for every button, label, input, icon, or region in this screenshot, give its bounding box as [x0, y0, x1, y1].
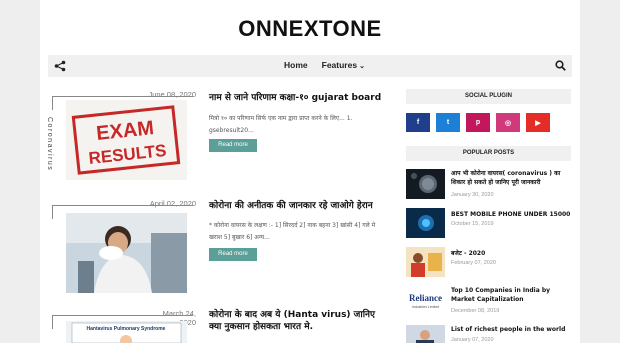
read-more-button[interactable]: Read more	[209, 248, 257, 261]
popular-post-item[interactable]: Reliance Industries Limited Top 10 Compa…	[406, 286, 571, 320]
popular-post-thumbnail[interactable]	[406, 169, 445, 199]
youtube-glyph: ▶	[535, 119, 541, 127]
post-title[interactable]: कोरोना की अनीतक की जानकार रहे जाओगे हेरा…	[209, 200, 389, 212]
post-snippet: मित्रो १० का परिणाम सिर्फ एक नाम द्वारा …	[209, 115, 353, 134]
navigation-bar: Home Features ⌄	[48, 55, 572, 77]
twitter-icon[interactable]: t	[436, 113, 460, 132]
post-title[interactable]: कोरोना के बाद अब ये (Hanta virus) जानिए …	[209, 309, 389, 333]
share-icon[interactable]	[54, 60, 66, 72]
read-more-button[interactable]: Read more	[209, 139, 257, 152]
facebook-glyph: f	[416, 119, 420, 126]
page-container: ONNEXTONE Home Features ⌄ June 08, 2020 C…	[40, 0, 580, 343]
popular-post-thumbnail[interactable]	[406, 325, 445, 343]
site-title[interactable]: ONNEXTONE	[40, 16, 580, 42]
coronavirus-image	[406, 169, 445, 199]
exam-results-image: EXAM RESULTS	[66, 100, 187, 180]
popular-post-item[interactable]: बजेट - 2020 February 07, 2020	[406, 247, 571, 281]
popular-post-item[interactable]: आप भी कोरोना वायरस( coronavirus ) का शिक…	[406, 169, 571, 203]
nav-item-features[interactable]: Features ⌄	[322, 60, 365, 70]
hantavirus-caption: Hantavirus Pulmonary Syndrome	[87, 326, 166, 332]
social-buttons: f t p ◎ ▶	[406, 113, 571, 132]
hantavirus-image: Hantavirus Pulmonary Syndrome	[66, 321, 187, 343]
search-icon[interactable]	[555, 60, 566, 71]
popular-post-date: January 30, 2020	[451, 192, 494, 198]
richest-people-image	[406, 325, 445, 343]
popular-posts-title: POPULAR POSTS	[406, 146, 571, 161]
post-label-coronavirus[interactable]: Coronavirus	[46, 117, 53, 171]
nav-item-features-label: Features	[321, 60, 358, 70]
coughing-person-image	[66, 213, 187, 293]
twitter-glyph: t	[446, 119, 450, 126]
popular-post-thumbnail[interactable]	[406, 247, 445, 277]
pinterest-glyph: p	[475, 119, 481, 126]
popular-post-title[interactable]: Top 10 Companies in India by Market Capi…	[451, 286, 571, 304]
post-thumbnail[interactable]	[66, 213, 187, 293]
nav-menu: Home Features ⌄	[284, 60, 365, 70]
chevron-down-icon: ⌄	[359, 63, 365, 70]
nav-item-home[interactable]: Home	[284, 60, 308, 70]
popular-post-item[interactable]: BEST MOBILE PHONE UNDER 15000 October 15…	[406, 208, 571, 242]
budget-image	[406, 247, 445, 277]
youtube-icon[interactable]: ▶	[526, 113, 550, 132]
post-thumbnail[interactable]: EXAM RESULTS	[66, 100, 187, 180]
popular-post-date: February 07, 2020	[451, 260, 496, 266]
instagram-icon[interactable]: ◎	[496, 113, 520, 132]
popular-post-thumbnail[interactable]: Reliance Industries Limited	[406, 286, 445, 316]
pinterest-icon[interactable]: p	[466, 113, 490, 132]
popular-post-title[interactable]: बजेट - 2020	[451, 249, 571, 258]
popular-post-date: October 15, 2019	[451, 221, 494, 227]
mobile-phone-image	[406, 208, 445, 238]
instagram-glyph: ◎	[504, 119, 512, 127]
popular-post-date: December 08, 2019	[451, 308, 500, 314]
reliance-logo-image: Reliance Industries Limited	[406, 286, 445, 316]
popular-post-item[interactable]: List of richest people in the world Janu…	[406, 325, 571, 343]
popular-post-title[interactable]: BEST MOBILE PHONE UNDER 15000	[451, 210, 571, 219]
post-thumbnail[interactable]: Hantavirus Pulmonary Syndrome	[66, 321, 187, 343]
reliance-logo-subtext: Industries Limited	[412, 305, 439, 309]
post-snippet: * कोरोना वायरस के लक्षण :- 1] सिरदर्द 2]…	[209, 222, 376, 241]
facebook-icon[interactable]: f	[406, 113, 430, 132]
popular-post-title[interactable]: आप भी कोरोना वायरस( coronavirus ) का शिक…	[451, 169, 571, 187]
popular-post-thumbnail[interactable]	[406, 208, 445, 238]
popular-post-title[interactable]: List of richest people in the world	[451, 325, 571, 334]
reliance-logo-text: Reliance	[409, 293, 442, 303]
sidebar: SOCIAL PLUGIN f t p ◎ ▶ POPULAR POSTS आप…	[406, 89, 571, 343]
post-title[interactable]: नाम से जाने परिणाम कक्षा-१० gujarat boar…	[209, 92, 389, 104]
popular-post-date: January 07, 2020	[451, 337, 494, 343]
social-plugin-title: SOCIAL PLUGIN	[406, 89, 571, 104]
